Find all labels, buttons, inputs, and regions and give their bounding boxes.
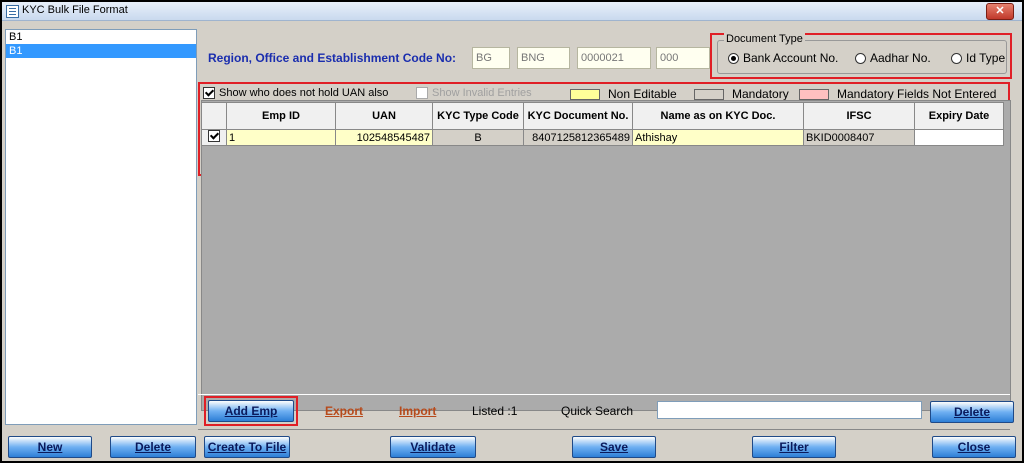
show-no-uan-checkbox[interactable]: Show who does not hold UAN also <box>203 87 388 99</box>
show-invalid-checkbox[interactable]: Show Invalid Entries <box>416 87 532 99</box>
validate-button[interactable]: Validate <box>390 436 476 458</box>
delete-button[interactable]: Delete <box>110 436 196 458</box>
mandatory-swatch <box>694 88 724 100</box>
title-bar: KYC Bulk File Format ✕ <box>2 2 1022 21</box>
establishment-code-label: Region, Office and Establishment Code No… <box>208 51 457 65</box>
not-entered-swatch <box>799 88 829 100</box>
header-uan[interactable]: UAN <box>335 102 433 130</box>
batch-list[interactable]: B1 B1 <box>5 29 197 425</box>
extension-code-field: 000 <box>656 47 710 69</box>
kyc-table: Emp ID UAN KYC Type Code KYC Document No… <box>201 102 1004 146</box>
quick-search-label: Quick Search <box>561 404 634 418</box>
list-item[interactable]: B1 <box>6 30 196 44</box>
close-button[interactable]: Close <box>932 436 1016 458</box>
cell-kyc-type[interactable]: B <box>432 129 524 146</box>
header-kyc-type[interactable]: KYC Type Code <box>432 102 524 130</box>
document-type-group: Document Type Bank Account No. Aadhar No… <box>717 33 1007 74</box>
kyc-window: KYC Bulk File Format ✕ B1 B1 Region, Off… <box>0 0 1024 463</box>
cell-name[interactable]: Athishay <box>632 129 804 146</box>
add-emp-button[interactable]: Add Emp <box>208 400 294 422</box>
app-icon <box>6 5 19 18</box>
legend-label: Mandatory <box>732 87 789 101</box>
new-button[interactable]: New <box>8 436 92 458</box>
radio-icon <box>855 52 866 64</box>
document-type-highlight: Document Type Bank Account No. Aadhar No… <box>710 33 1012 79</box>
legend-mandatory: Mandatory <box>694 87 789 101</box>
radio-label: Aadhar No. <box>870 51 931 65</box>
radio-bank-account[interactable]: Bank Account No. <box>728 51 838 65</box>
cell-expiry[interactable] <box>914 129 1004 146</box>
legend-non-editable: Non Editable <box>570 87 677 101</box>
header-expiry[interactable]: Expiry Date <box>914 102 1004 130</box>
header-ifsc[interactable]: IFSC <box>803 102 915 130</box>
radio-aadhar[interactable]: Aadhar No. <box>855 51 931 65</box>
legend-label: Mandatory Fields Not Entered <box>837 87 997 101</box>
non-editable-swatch <box>570 88 600 100</box>
legend-not-entered: Mandatory Fields Not Entered <box>799 87 996 101</box>
cell-emp-id[interactable]: 1 <box>226 129 336 146</box>
cell-uan[interactable]: 102548545487 <box>335 129 433 146</box>
export-link[interactable]: Export <box>325 404 363 418</box>
radio-label: Id Type <box>966 51 1006 65</box>
save-button[interactable]: Save <box>572 436 656 458</box>
filter-button[interactable]: Filter <box>752 436 836 458</box>
grid-background <box>201 100 1011 411</box>
row-select-cell[interactable] <box>201 129 227 146</box>
quick-search-input[interactable] <box>657 401 922 419</box>
region-code-field: BG <box>472 47 510 69</box>
header-select <box>201 102 227 130</box>
document-type-legend: Document Type <box>724 33 805 45</box>
cell-ifsc[interactable]: BKID0008407 <box>803 129 915 146</box>
checkbox-label: Show Invalid Entries <box>432 87 532 99</box>
header-emp-id[interactable]: Emp ID <box>226 102 336 130</box>
header-kyc-doc-no[interactable]: KYC Document No. <box>523 102 633 130</box>
cell-kyc-doc-no[interactable]: 8407125812365489 <box>523 129 633 146</box>
radio-icon <box>951 52 962 64</box>
import-link[interactable]: Import <box>399 404 436 418</box>
row-checkbox-icon[interactable] <box>208 130 220 142</box>
checkbox-checked-icon <box>203 87 215 99</box>
checkbox-label: Show who does not hold UAN also <box>219 87 389 99</box>
window-title: KYC Bulk File Format <box>22 4 128 16</box>
radio-selected-icon <box>728 52 739 64</box>
client-area: B1 B1 Region, Office and Establishment C… <box>2 21 1022 461</box>
legend-label: Non Editable <box>608 87 677 101</box>
table-header-row: Emp ID UAN KYC Type Code KYC Document No… <box>201 102 1004 130</box>
list-item-selected[interactable]: B1 <box>6 44 196 58</box>
table-row[interactable]: 1 102548545487 B 8407125812365489 Athish… <box>201 129 1004 146</box>
header-name[interactable]: Name as on KYC Doc. <box>632 102 804 130</box>
establishment-code-field: 0000021 <box>577 47 651 69</box>
close-window-button[interactable]: ✕ <box>986 3 1014 20</box>
checkbox-icon <box>416 87 428 99</box>
delete-row-button[interactable]: Delete <box>930 401 1014 423</box>
radio-id-type[interactable]: Id Type <box>951 51 1005 65</box>
create-to-file-button[interactable]: Create To File <box>204 436 290 458</box>
radio-label: Bank Account No. <box>743 51 839 65</box>
listed-count: Listed :1 <box>472 404 518 418</box>
office-code-field: BNG <box>517 47 570 69</box>
